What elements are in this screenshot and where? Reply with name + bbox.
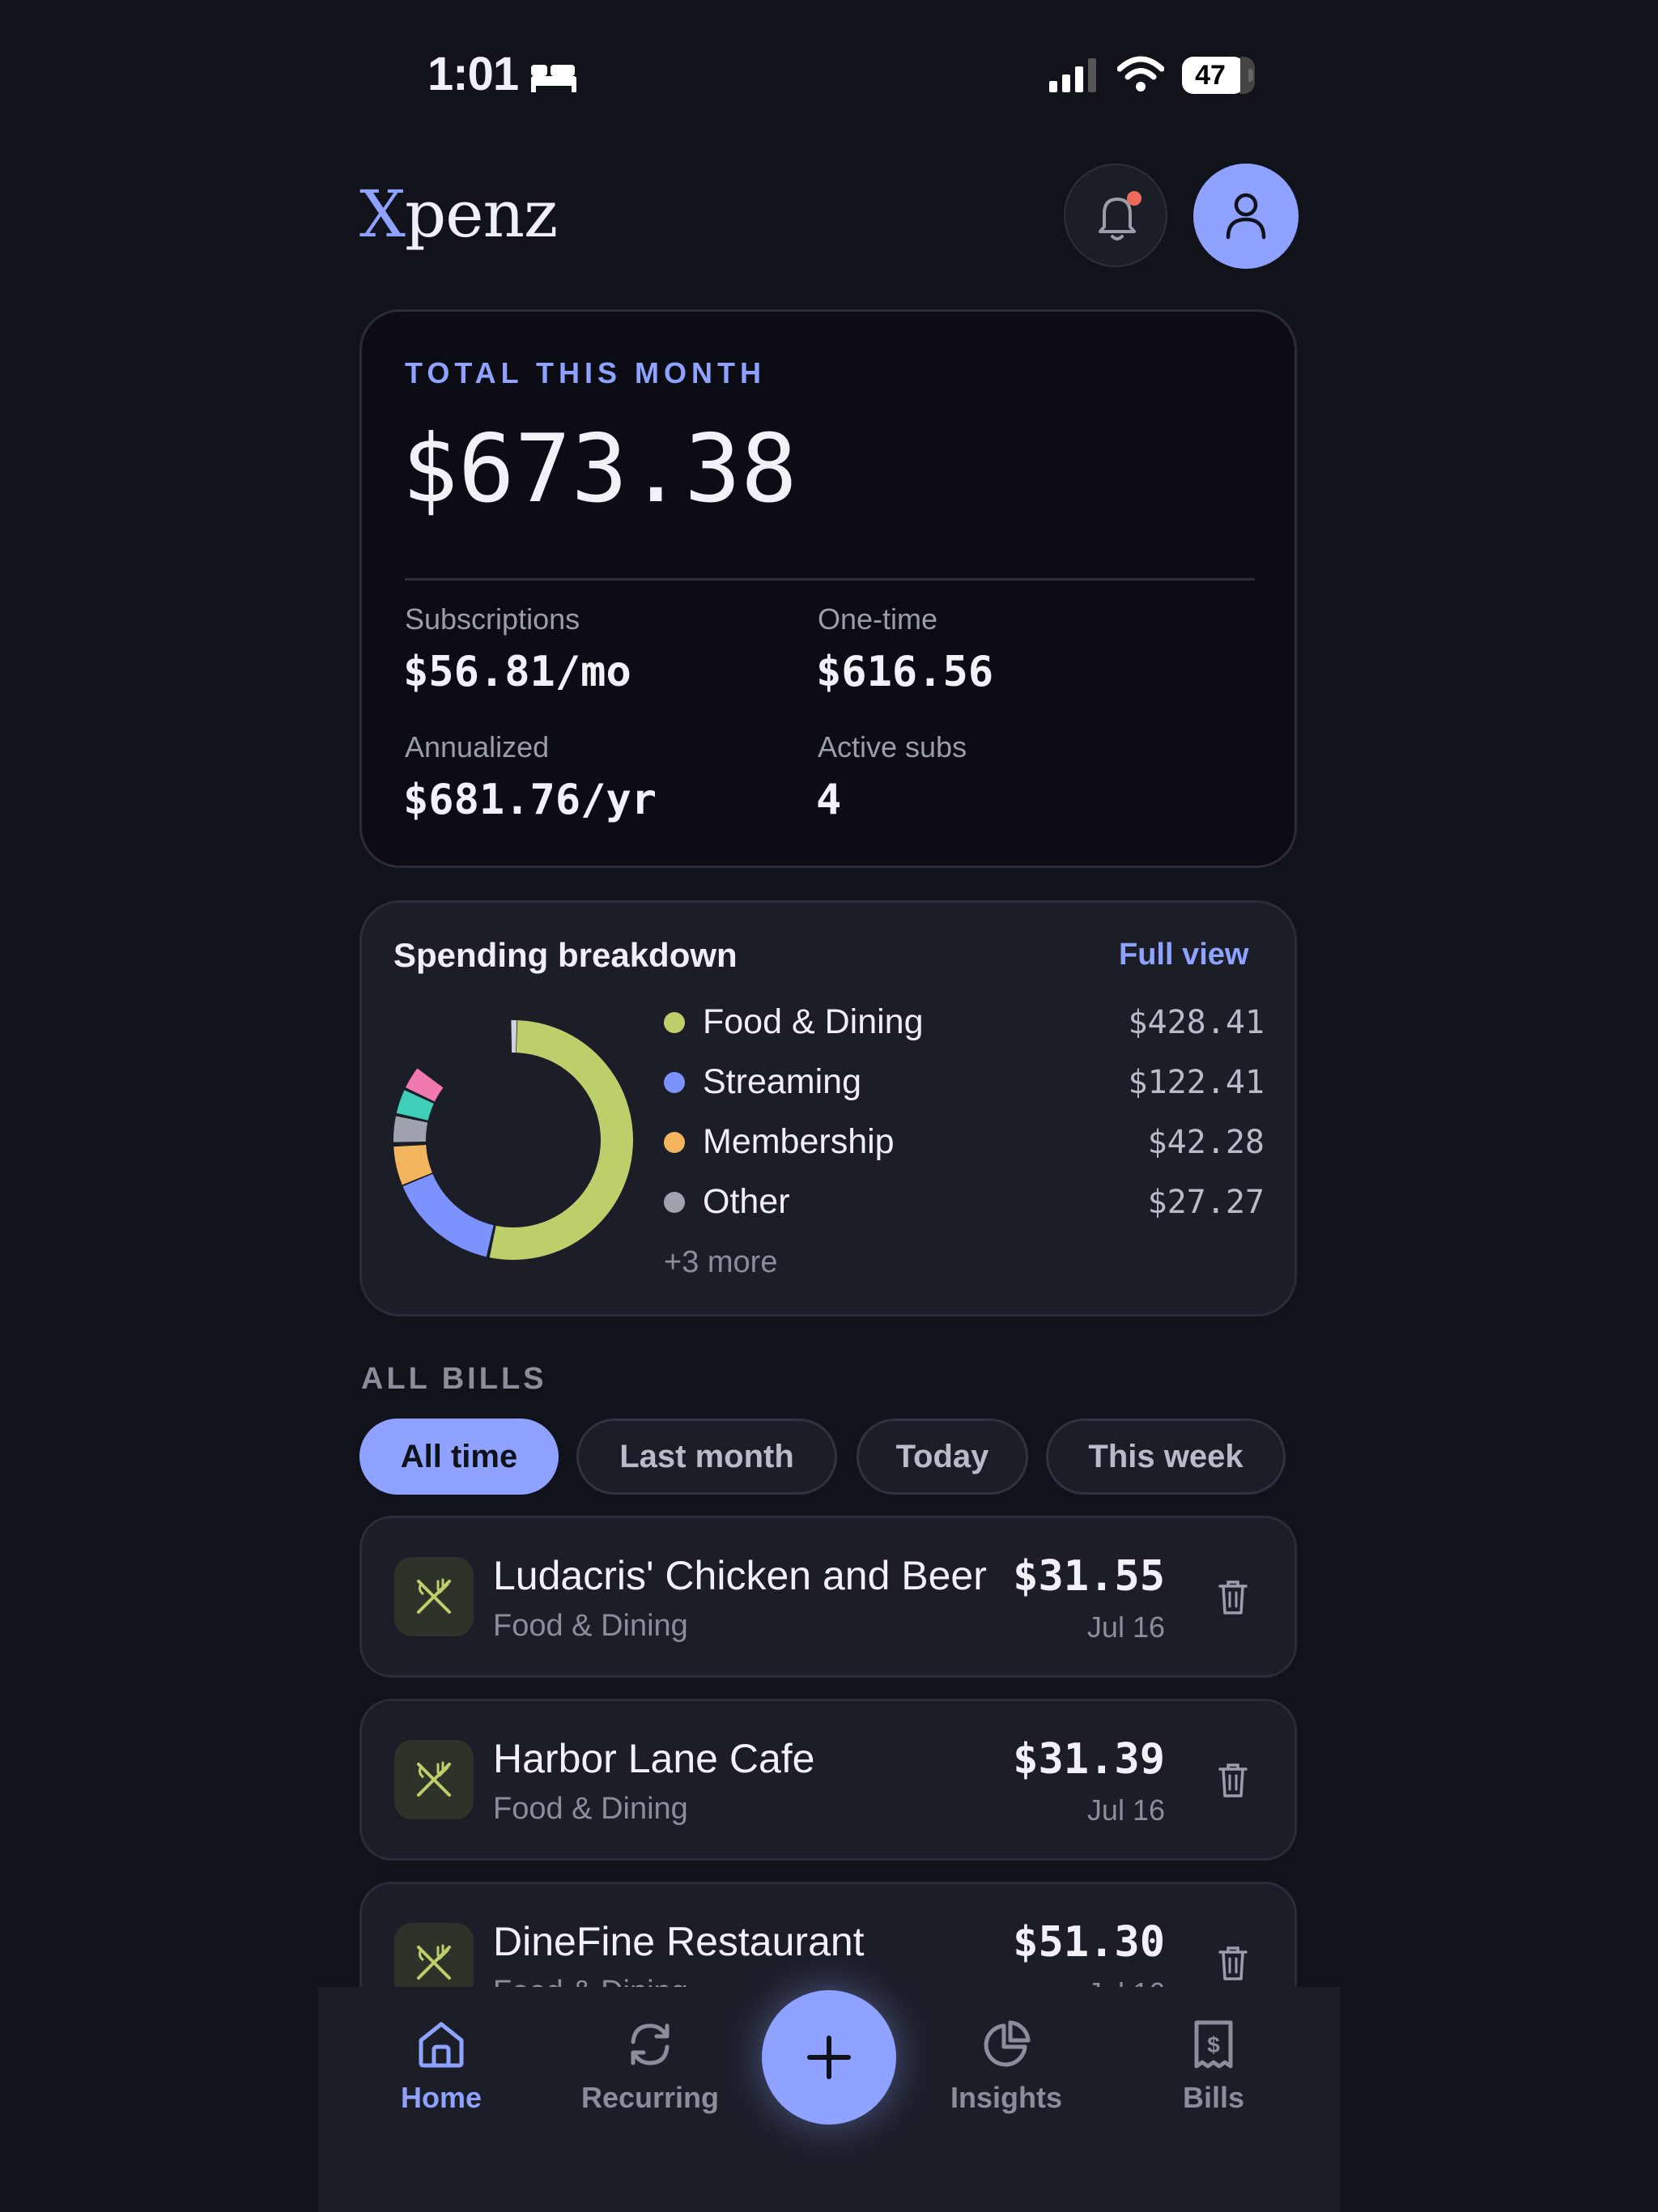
refresh-icon	[631, 2023, 670, 2065]
legend-amount-food: $428.41	[1128, 1004, 1265, 1041]
filter-today[interactable]: Today	[857, 1419, 1028, 1495]
trash-icon[interactable]	[1218, 1580, 1248, 1615]
user-icon	[1226, 193, 1266, 240]
filter-last-month[interactable]: Last month	[576, 1419, 837, 1495]
notifications-button[interactable]	[1064, 164, 1167, 267]
nav-home[interactable]: Home	[352, 1987, 530, 2115]
full-view-link[interactable]: Full view	[1119, 938, 1248, 972]
stat-annualized-value: $681.76/yr	[403, 776, 657, 824]
category-badge	[394, 1557, 474, 1636]
pie-chart-icon	[984, 2020, 1031, 2067]
legend-label-membership: Membership	[703, 1122, 895, 1161]
nav-bills[interactable]: $ Bills	[1124, 1987, 1303, 2115]
legend-dot-food	[664, 1012, 685, 1033]
bill-amount: $31.55	[1013, 1552, 1165, 1601]
bill-row[interactable]: Harbor Lane Cafe Food & Dining $31.39 Ju…	[359, 1699, 1297, 1861]
spending-donut-chart[interactable]	[392, 1019, 635, 1261]
stat-one-time-value: $616.56	[816, 648, 994, 696]
category-badge	[394, 1740, 474, 1819]
svg-text:$: $	[1207, 2032, 1220, 2057]
profile-button[interactable]	[1193, 164, 1299, 269]
bill-name: Harbor Lane Cafe	[493, 1736, 815, 1781]
bill-date: Jul 16	[1086, 1793, 1165, 1827]
legend-label-streaming: Streaming	[703, 1062, 861, 1101]
receipt-icon: $	[1194, 2020, 1233, 2069]
nav-recurring-label: Recurring	[580, 2081, 720, 2114]
total-label: TOTAL THIS MONTH	[405, 356, 766, 389]
nav-recurring[interactable]: Recurring	[561, 1987, 739, 2115]
bill-category: Food & Dining	[493, 1792, 688, 1826]
stat-annualized-label: Annualized	[405, 730, 550, 764]
bill-amount: $31.39	[1013, 1735, 1165, 1784]
stat-subscriptions-value: $56.81/mo	[403, 648, 631, 696]
utensils-icon	[417, 1944, 451, 1980]
bill-name: Ludacris' Chicken and Beer	[493, 1553, 987, 1598]
filter-this-week[interactable]: This week	[1046, 1419, 1286, 1495]
nav-bills-label: Bills	[1182, 2081, 1245, 2114]
bill-amount: $51.30	[1013, 1918, 1165, 1967]
breakdown-title: Spending breakdown	[393, 936, 738, 974]
stat-subscriptions-label: Subscriptions	[405, 602, 580, 636]
trash-icon[interactable]	[1218, 1763, 1248, 1798]
bill-date: Jul 16	[1086, 1610, 1165, 1644]
battery-level: 47	[1195, 60, 1226, 91]
legend-amount-membership: $42.28	[1147, 1124, 1265, 1161]
stat-active-subs-value: 4	[816, 776, 842, 824]
bill-name: DineFine Restaurant	[493, 1919, 865, 1964]
legend-dot-other	[664, 1192, 685, 1213]
cellular-signal-icon	[1049, 58, 1096, 92]
legend-amount-streaming: $122.41	[1128, 1064, 1265, 1101]
legend-label-food: Food & Dining	[703, 1002, 924, 1041]
all-bills-heading: ALL BILLS	[361, 1362, 547, 1396]
app-logo: Xpenz	[359, 177, 558, 252]
legend-amount-other: $27.27	[1147, 1184, 1265, 1221]
add-bill-button[interactable]	[762, 1990, 896, 2125]
utensils-icon	[417, 1578, 451, 1614]
home-icon	[419, 2022, 464, 2068]
nav-home-label: Home	[400, 2081, 483, 2114]
plus-icon	[807, 2035, 851, 2079]
divider	[405, 578, 1255, 581]
bill-category: Food & Dining	[493, 1609, 688, 1643]
nav-insights[interactable]: Insights	[917, 1987, 1095, 2115]
status-time: 1:01	[427, 48, 519, 100]
nav-insights-label: Insights	[950, 2081, 1062, 2114]
legend-label-other: Other	[703, 1182, 790, 1221]
legend-dot-membership	[664, 1132, 685, 1153]
total-amount: $673.38	[402, 415, 797, 524]
wifi-icon	[1117, 56, 1164, 91]
utensils-icon	[417, 1761, 451, 1797]
stat-one-time-label: One-time	[818, 602, 938, 636]
more-categories-link[interactable]: +3 more	[664, 1245, 777, 1280]
filter-all-time[interactable]: All time	[359, 1419, 559, 1495]
bill-row[interactable]: Ludacris' Chicken and Beer Food & Dining…	[359, 1516, 1297, 1678]
notification-badge	[1127, 191, 1141, 206]
legend-dot-streaming	[664, 1072, 685, 1093]
trash-icon[interactable]	[1218, 1946, 1248, 1981]
bed-icon	[531, 65, 576, 92]
stat-active-subs-label: Active subs	[818, 730, 967, 764]
battery-indicator: 47	[1182, 57, 1255, 94]
